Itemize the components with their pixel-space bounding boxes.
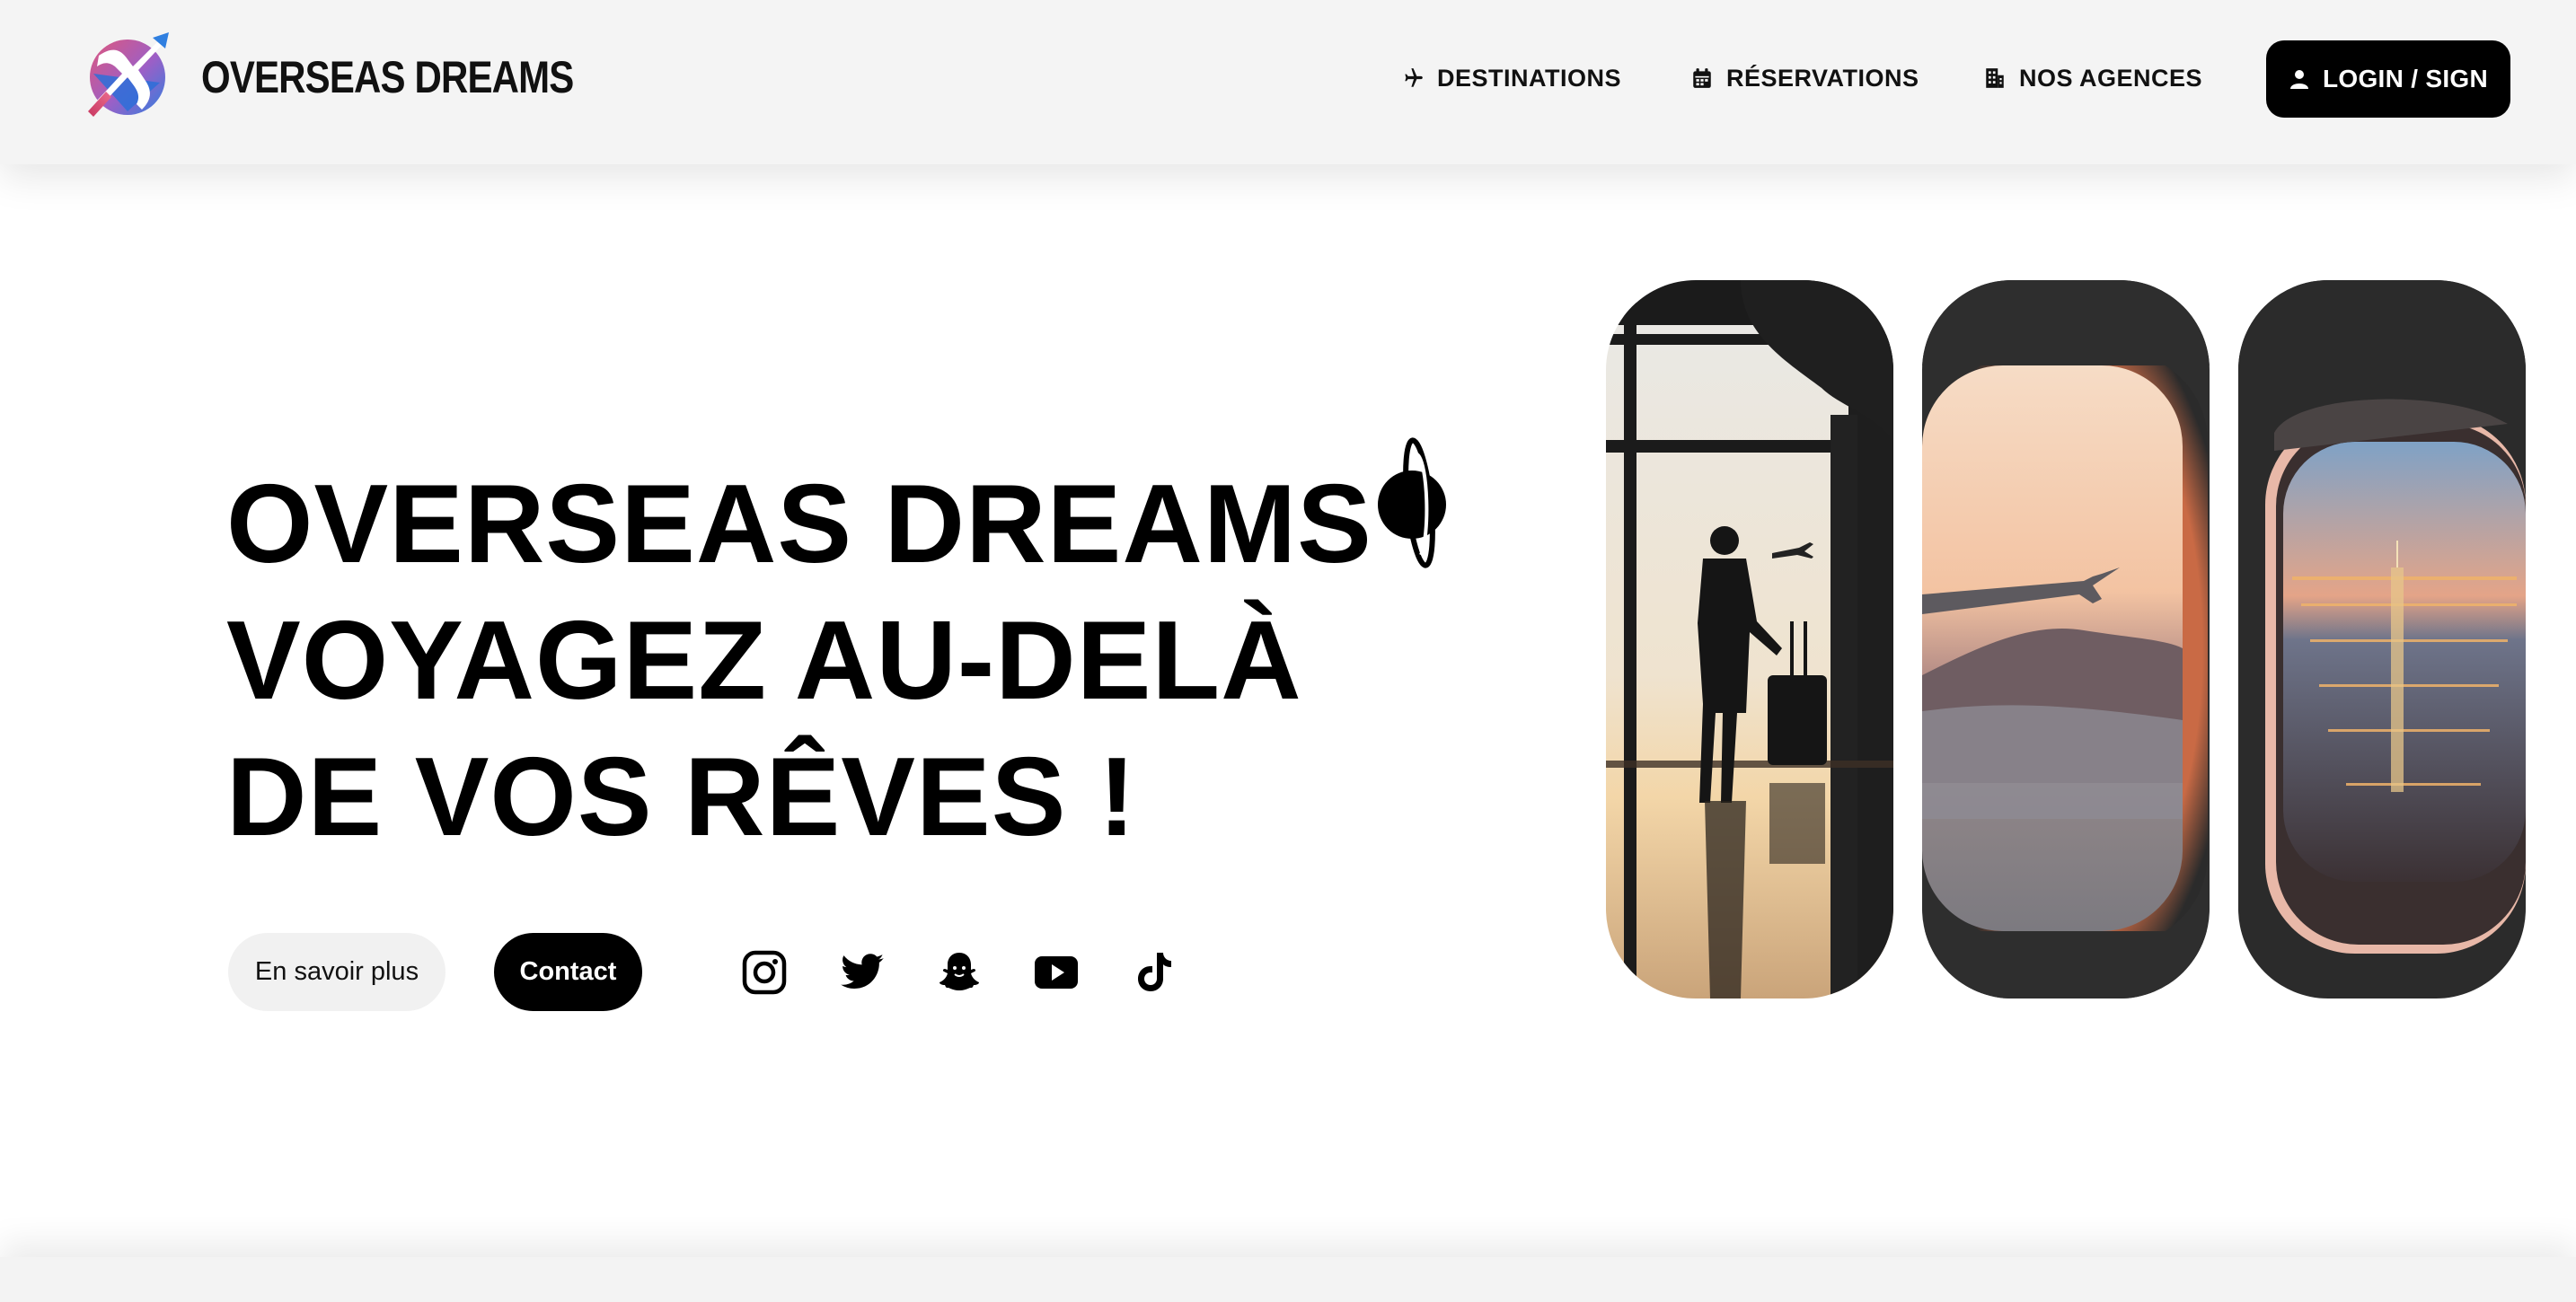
traveler-silhouette-image: [1606, 280, 1893, 998]
instagram-icon: [742, 950, 787, 995]
airplane-window-city-image: [2238, 280, 2526, 998]
gallery-image-traveler: [1606, 280, 1893, 998]
instagram-link[interactable]: [741, 949, 788, 996]
airplane-wing-image: [1922, 280, 2210, 998]
login-button[interactable]: LOGIN / SIGN: [2266, 40, 2510, 118]
learn-more-button[interactable]: En savoir plus: [228, 933, 446, 1011]
nav-destinations-label: DESTINATIONS: [1437, 64, 1622, 92]
gallery-image-wing: [1922, 280, 2210, 998]
tiktok-icon: [1138, 953, 1171, 991]
hero-title-line: OVERSEAS DREAMS: [226, 462, 1372, 586]
nav-destinations[interactable]: DESTINATIONS: [1401, 59, 1621, 97]
snapchat-link[interactable]: [936, 949, 983, 996]
tiktok-link[interactable]: [1132, 949, 1178, 996]
twitter-icon: [841, 954, 884, 989]
plane-icon: [1405, 68, 1423, 87]
planet-icon: [1378, 437, 1446, 568]
youtube-icon: [1035, 956, 1078, 989]
next-section-edge: [0, 1257, 2576, 1302]
login-button-label: LOGIN / SIGN: [2322, 65, 2489, 92]
nav-agences[interactable]: NOS AGENCES: [1983, 59, 2202, 97]
site-header: OVERSEAS DREAMS DESTINATIONS RÉSERVATION…: [0, 0, 2576, 164]
snapchat-icon: [940, 953, 979, 990]
building-icon: [1986, 68, 2004, 88]
hero-title: OVERSEAS DREAMS VOYAGEZ AU-DELÀ DE VOS R…: [226, 456, 1484, 866]
gallery-image-city: [2238, 280, 2526, 998]
calendar-icon: [1693, 68, 1711, 88]
hero-title-line: DE VOS RÊVES !: [226, 735, 1137, 859]
hero-title-line: VOYAGEZ AU-DELÀ: [226, 599, 1302, 723]
airplane-globe-logo-icon[interactable]: [81, 29, 174, 122]
user-icon: [2289, 70, 2308, 89]
contact-button[interactable]: Contact: [494, 933, 642, 1011]
nav-agences-label: NOS AGENCES: [2019, 64, 2203, 92]
nav-reservations-label: RÉSERVATIONS: [1726, 64, 1919, 92]
twitter-link[interactable]: [839, 949, 886, 996]
youtube-link[interactable]: [1033, 949, 1080, 996]
brand-name[interactable]: OVERSEAS DREAMS: [201, 50, 574, 104]
nav-reservations[interactable]: RÉSERVATIONS: [1690, 59, 1919, 97]
